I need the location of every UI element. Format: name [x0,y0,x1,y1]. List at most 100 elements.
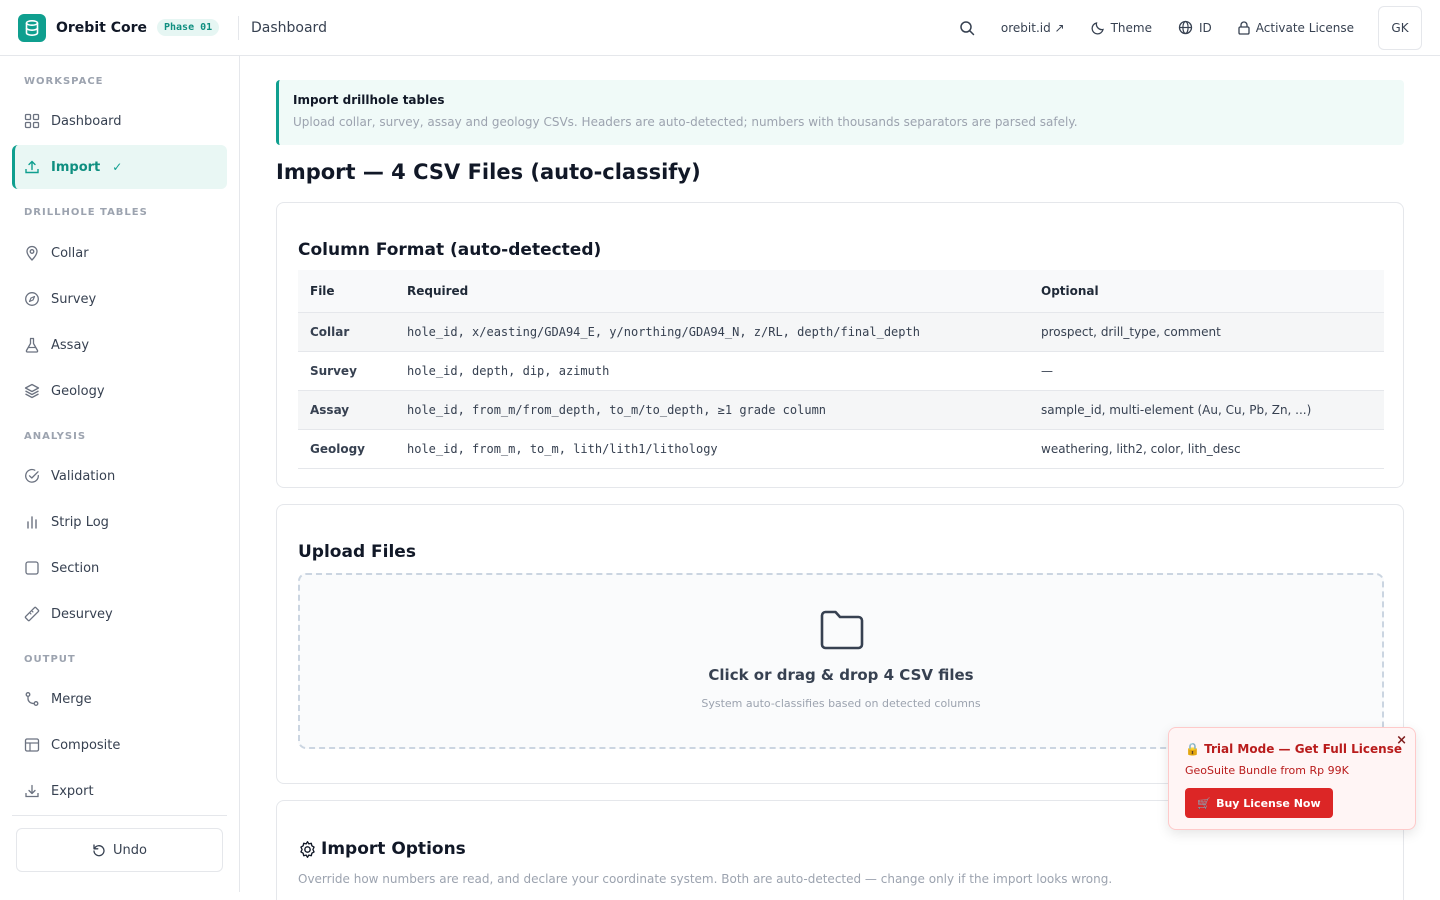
check-circle-icon [24,468,40,484]
buy-license-label: Buy License Now [1216,796,1321,810]
sidebar-item-label: Import [51,159,101,175]
header-file: File [298,270,395,313]
sidebar-item-import[interactable]: Import ✓ [12,145,227,189]
language-label: ID [1198,20,1212,35]
import-options-header: Import Options [298,839,466,859]
column-format-title: Column Format (auto-detected) [298,240,602,260]
file-dropzone[interactable]: Click or drag & drop 4 CSV files System … [298,573,1384,749]
layers-icon [24,383,40,399]
compass-icon [24,291,40,307]
sidebar-divider [12,815,227,816]
app-name: Orebit Core [56,19,147,36]
ruler-icon [24,606,40,622]
search-icon[interactable] [959,20,975,36]
header-optional: Optional [1029,270,1384,313]
sidebar-item-composite[interactable]: Composite [12,723,227,767]
section-label-drillhole-tables: DRILLHOLE TABLES [24,207,148,218]
sidebar-item-survey[interactable]: Survey [12,277,227,321]
section-label-workspace: WORKSPACE [24,76,104,87]
site-link-label: orebit.id ↗ [1000,20,1065,35]
sidebar-item-section[interactable]: Section [12,546,227,590]
globe-icon [1178,20,1193,35]
grid-icon [24,113,40,129]
row-optional: — [1029,351,1384,391]
database-logo-icon [18,13,46,42]
trial-subtitle: GeoSuite Bundle from Rp 99K [1185,764,1349,777]
row-optional: prospect, drill_type, comment [1029,312,1384,352]
activate-license-button[interactable]: Activate License [1238,21,1354,35]
table-row: Assay hole_id, from_m/from_depth, to_m/t… [298,390,1384,430]
sidebar-item-desurvey[interactable]: Desurvey [12,592,227,636]
activate-license-label: Activate License [1255,20,1354,35]
undo-button[interactable]: Undo [16,828,223,872]
page-title: Import — 4 CSV Files (auto-classify) [276,160,701,184]
moon-icon [1091,21,1105,35]
dropzone-subtitle: System auto-classifies based on detected… [701,697,981,710]
bar-chart-icon [24,514,40,530]
import-options-title: Import Options [321,839,466,859]
row-file: Survey [298,351,395,391]
sidebar-item-label: Survey [51,291,97,307]
merge-icon [24,691,40,707]
sidebar: WORKSPACE Dashboard Import ✓ DRILLHOLE T… [0,56,240,892]
sidebar-item-label: Validation [51,468,116,484]
section-label-analysis: ANALYSIS [24,431,87,442]
folder-icon [819,609,865,655]
sidebar-item-label: Collar [51,245,89,261]
dropzone-title: Click or drag & drop 4 CSV files [708,666,974,684]
brand[interactable]: Orebit Core Phase 01 [0,0,240,55]
page-breadcrumb: Dashboard [251,19,327,36]
sidebar-item-strip-log[interactable]: Strip Log [12,500,227,544]
header-required: Required [395,270,1029,313]
avatar[interactable]: GK [1378,5,1422,50]
row-required: hole_id, x/easting/GDA94_E, y/northing/G… [395,312,1029,352]
sidebar-item-label: Geology [51,383,105,399]
trial-title: 🔒 Trial Mode — Get Full License [1185,742,1402,756]
sidebar-item-assay[interactable]: Assay [12,323,227,367]
section-label-output: OUTPUT [24,654,76,665]
sidebar-item-validation[interactable]: Validation [12,454,227,498]
trial-title-text: Trial Mode — Get Full License [1204,742,1402,756]
undo-icon [92,843,106,857]
sidebar-item-label: Strip Log [51,514,109,530]
gear-icon [298,840,317,859]
sidebar-item-geology[interactable]: Geology [12,369,227,413]
lock-icon [1238,20,1250,35]
banner-title: Import drillhole tables [293,93,445,107]
sidebar-item-export[interactable]: Export [12,769,227,813]
row-file: Assay [298,390,395,430]
sidebar-item-label: Assay [51,337,90,353]
sidebar-item-label: Merge [51,691,92,707]
lock-icon: 🔒 [1185,742,1200,756]
trial-mode-popup: × 🔒 Trial Mode — Get Full License GeoSui… [1168,727,1416,830]
sidebar-item-label: Dashboard [51,113,122,129]
theme-toggle[interactable]: Theme [1091,21,1152,35]
table-row: Geology hole_id, from_m, to_m, lith/lith… [298,429,1384,469]
table-header-row: File Required Optional [298,270,1384,313]
sidebar-item-dashboard[interactable]: Dashboard [12,99,227,143]
sidebar-item-merge[interactable]: Merge [12,677,227,721]
sidebar-item-label: Desurvey [51,606,113,622]
row-required: hole_id, depth, dip, azimuth [395,351,1029,391]
language-toggle[interactable]: ID [1178,20,1212,35]
upload-icon [24,159,40,175]
buy-license-button[interactable]: 🛒 Buy License Now [1185,788,1333,818]
row-file: Collar [298,312,395,352]
top-divider [238,15,239,40]
cart-icon: 🛒 [1197,796,1212,810]
import-options-description: Override how numbers are read, and decla… [298,872,1113,886]
info-banner: Import drillhole tables Upload collar, s… [276,80,1404,145]
row-required: hole_id, from_m, to_m, lith/lith1/lithol… [395,429,1029,469]
column-format-table: File Required Optional Collar hole_id, x… [298,270,1384,469]
check-icon: ✓ [112,160,123,174]
sidebar-item-label: Section [51,560,100,576]
row-required: hole_id, from_m/from_depth, to_m/to_dept… [395,390,1029,430]
sidebar-item-label: Composite [51,737,121,753]
column-format-card: Column Format (auto-detected) File Requi… [276,202,1404,488]
site-link[interactable]: orebit.id ↗ [1001,21,1065,35]
row-optional: weathering, lith2, color, lith_desc [1029,429,1384,469]
sidebar-item-label: Export [51,783,94,799]
sidebar-item-collar[interactable]: Collar [12,231,227,275]
table-row: Collar hole_id, x/easting/GDA94_E, y/nor… [298,312,1384,352]
phase-badge: Phase 01 [156,19,220,36]
